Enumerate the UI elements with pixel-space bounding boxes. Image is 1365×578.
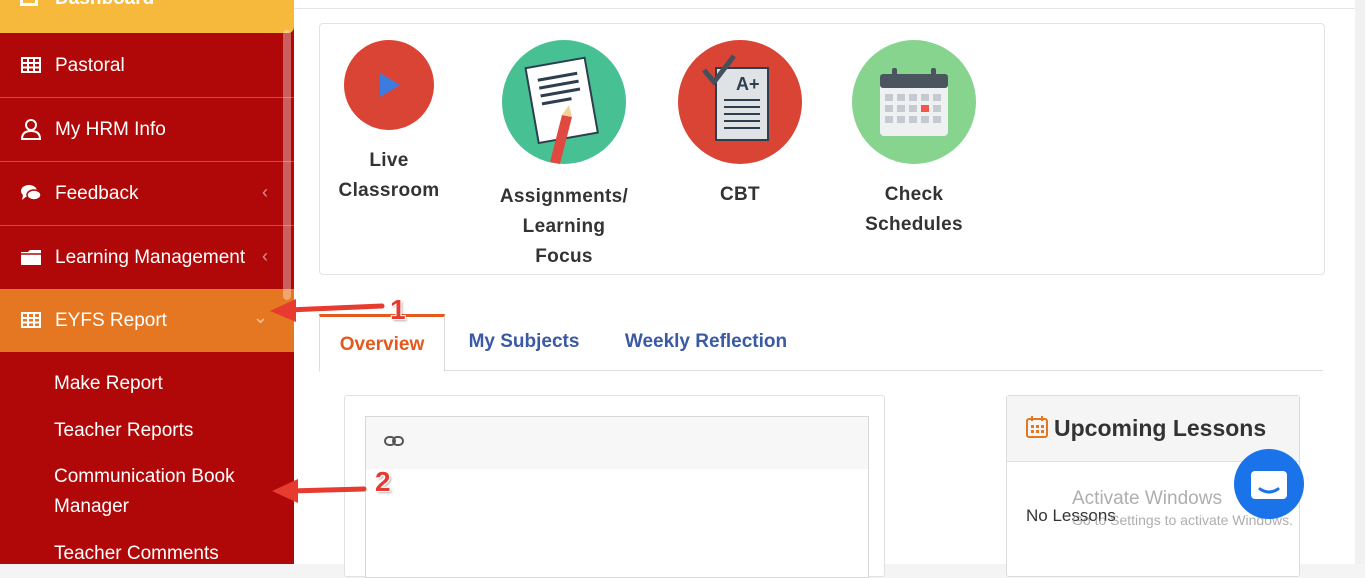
tab-weekly-reflection[interactable]: Weekly Reflection [615,314,797,370]
sidebar-item-label: Dashboard [55,0,154,10]
link-icon[interactable] [384,434,404,448]
submenu-item-communication-book-manager[interactable]: Communication Book Manager [54,462,264,522]
home-icon [20,0,38,6]
sidebar: Dashboard Pastoral My HRM Info Feedback … [0,0,294,564]
upcoming-lessons-title: Upcoming Lessons [1054,415,1267,441]
chevron-left-icon: ‹ [262,246,268,266]
user-icon [20,119,42,140]
sidebar-item-label: Feedback [55,183,139,204]
test-paper-icon: A+ [678,40,802,164]
quick-link-label: Live Classroom [338,150,440,201]
sidebar-item-my-hrm-info[interactable]: My HRM Info [0,98,294,162]
play-icon [344,40,434,130]
svg-text:A+: A+ [736,74,760,94]
quick-link-label: CBT [720,184,760,205]
sidebar-item-label: Pastoral [55,55,125,76]
table-icon [21,312,41,328]
chat-icon [1251,471,1287,499]
quick-link-check-schedules[interactable]: Check Schedules [850,40,978,240]
annotation-marker-2: 2 [375,466,391,497]
calendar-icon [852,40,976,164]
sidebar-item-eyfs-report[interactable]: EYFS Report ⌄ [0,289,294,352]
quick-links-panel: Live Classroom Assignments/ Learning Foc… [319,23,1325,275]
sidebar-scrollbar[interactable] [283,30,291,300]
quick-link-assignments[interactable]: Assignments/ Learning Focus [494,40,634,272]
submenu-item-make-report[interactable]: Make Report [54,369,163,399]
calendar-icon [1026,416,1048,438]
page-scrollbar[interactable] [1355,0,1365,564]
folder-icon [21,250,41,265]
overview-panel [344,395,885,578]
sidebar-item-label: Learning Management [55,247,246,268]
main-content: Live Classroom Assignments/ Learning Foc… [294,0,1365,578]
sidebar-item-feedback[interactable]: Feedback ‹ [0,162,294,226]
submenu-item-teacher-comments[interactable]: Teacher Comments [54,539,219,564]
annotation-arrow-2 [272,479,367,503]
quick-link-label: Check Schedules [865,184,963,235]
assignment-icon [502,40,626,164]
tab-my-subjects[interactable]: My Subjects [459,314,589,370]
submenu-item-teacher-reports[interactable]: Teacher Reports [54,416,193,446]
quick-link-cbt[interactable]: A+ CBT [676,40,804,210]
link-widget-header [366,417,868,469]
sidebar-item-pastoral[interactable]: Pastoral [0,34,294,98]
link-widget [365,416,869,578]
top-bar [294,0,1355,9]
annotation-marker-1: 1 [390,294,406,325]
chat-button[interactable] [1234,449,1304,519]
quick-link-label: Assignments/ Learning Focus [499,186,629,267]
sidebar-item-label: My HRM Info [55,119,166,140]
sidebar-item-label: EYFS Report [55,310,167,331]
annotation-arrow-1 [270,299,385,322]
quick-link-live-classroom[interactable]: Live Classroom [330,40,448,206]
windows-activation-watermark: Activate Windows [1072,488,1222,509]
chevron-left-icon: ‹ [262,182,268,202]
table-icon [21,57,41,73]
comments-icon [21,185,42,201]
sidebar-item-dashboard[interactable]: Dashboard [0,0,294,33]
tab-bar: Overview My Subjects Weekly Reflection [319,314,1323,372]
sidebar-item-learning-management[interactable]: Learning Management ‹ [0,226,294,290]
